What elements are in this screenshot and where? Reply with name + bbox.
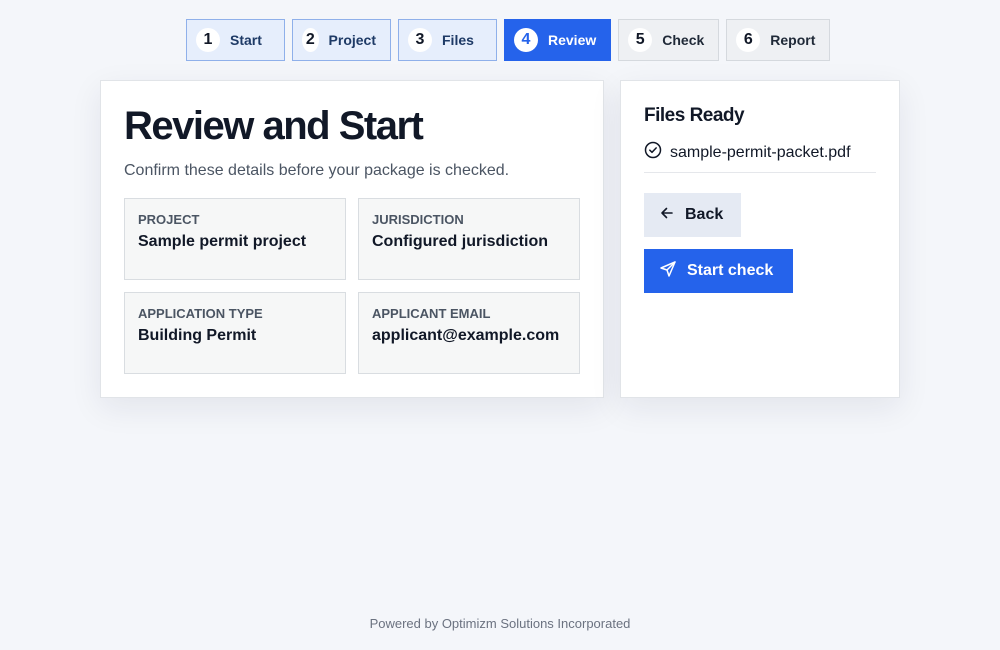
details-grid: PROJECT Sample permit project JURISDICTI… (124, 198, 580, 374)
detail-value: Building Permit (138, 327, 257, 344)
files-ready-card: Files Ready sample-permit-packet.pdf Bac… (620, 80, 900, 398)
review-card: Review and Start Confirm these details b… (100, 80, 604, 398)
detail-label: PROJECT (138, 212, 200, 227)
back-button[interactable]: Back (644, 193, 741, 237)
footer: Powered by Optimizm Solutions Incorporat… (0, 616, 1000, 631)
page-subtitle: Confirm these details before your packag… (124, 162, 510, 179)
step-label: Check (662, 32, 705, 48)
detail-value: applicant@example.com (372, 327, 560, 344)
powered-by-text: Powered by Optimizm Solutions Incorporat… (369, 616, 631, 631)
step-check[interactable]: 5 Check (618, 19, 720, 61)
detail-value: Sample permit project (138, 233, 307, 250)
step-number: 5 (628, 28, 653, 52)
page-title: Review and Start (124, 104, 424, 148)
step-label: Files (442, 32, 474, 48)
step-label: Project (328, 32, 376, 48)
step-number: 1 (196, 28, 220, 52)
step-files[interactable]: 3 Files (398, 19, 497, 61)
step-number: 4 (514, 28, 538, 52)
detail-jurisdiction: JURISDICTION Configured jurisdiction (358, 198, 580, 280)
step-label: Start (230, 32, 262, 48)
detail-applicant-email: APPLICANT EMAIL applicant@example.com (358, 292, 580, 374)
step-start[interactable]: 1 Start (186, 19, 285, 61)
step-number: 3 (408, 28, 432, 52)
step-label: Report (770, 32, 816, 48)
step-number: 2 (302, 28, 319, 52)
detail-label: APPLICATION TYPE (138, 306, 263, 321)
file-name: sample-permit-packet.pdf (670, 143, 851, 161)
step-project[interactable]: 2 Project (292, 19, 391, 61)
file-item: sample-permit-packet.pdf (644, 141, 876, 173)
step-label: Review (548, 32, 597, 48)
step-number: 6 (736, 28, 761, 52)
send-icon (659, 260, 677, 283)
start-check-label: Start check (687, 262, 774, 279)
detail-project: PROJECT Sample permit project (124, 198, 346, 280)
check-circle-icon (644, 141, 662, 164)
detail-label: APPLICANT EMAIL (372, 306, 491, 321)
progress-stepper: 1 Start 2 Project 3 Files 4 Review 5 Che… (186, 19, 831, 61)
step-review[interactable]: 4 Review (504, 19, 612, 61)
files-ready-title: Files Ready (644, 105, 745, 126)
detail-value: Configured jurisdiction (372, 233, 548, 250)
detail-label: JURISDICTION (372, 212, 464, 227)
detail-application-type: APPLICATION TYPE Building Permit (124, 292, 346, 374)
arrow-left-icon (659, 205, 675, 226)
start-check-button[interactable]: Start check (644, 249, 793, 293)
step-report[interactable]: 6 Report (726, 19, 831, 61)
back-button-label: Back (685, 206, 724, 223)
